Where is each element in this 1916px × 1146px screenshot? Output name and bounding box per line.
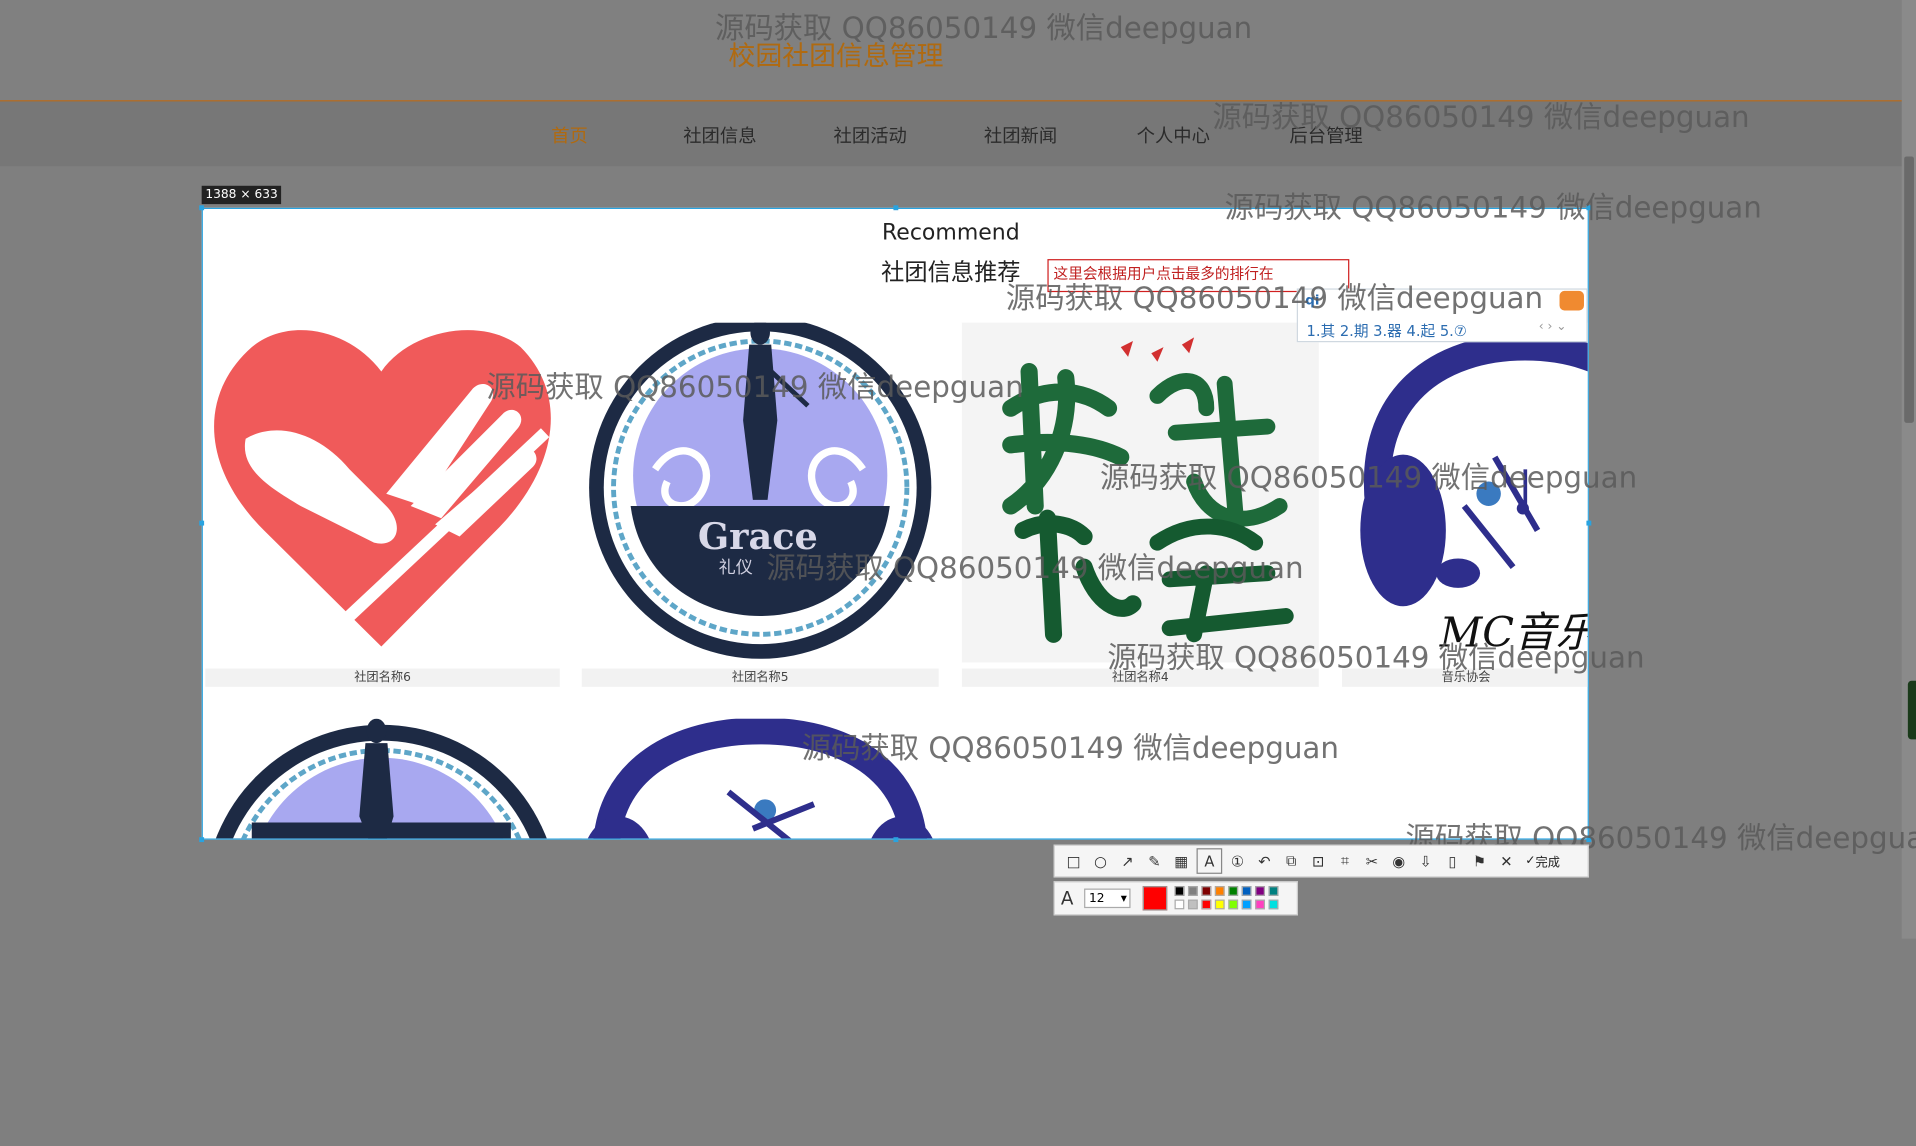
- text-properties-panel: A 12 ▾: [1053, 881, 1298, 916]
- color-swatch[interactable]: [1268, 899, 1279, 910]
- side-tab[interactable]: [1907, 680, 1916, 740]
- nav-bar: [0, 101, 1916, 167]
- pen-tool-icon[interactable]: ✎: [1143, 849, 1166, 872]
- phone-icon[interactable]: ▯: [1441, 849, 1464, 872]
- ellipse-tool-icon[interactable]: ○: [1089, 849, 1112, 872]
- selection-handle-t[interactable]: [893, 205, 899, 211]
- music-logo-text: MC音乐社: [1439, 608, 1589, 657]
- chevron-down-icon: ▾: [1120, 892, 1127, 906]
- scan-icon[interactable]: ⌗: [1333, 849, 1356, 872]
- club-name-2[interactable]: 社团名称5: [581, 668, 939, 687]
- mosaic-tool-icon[interactable]: ▦: [1170, 849, 1193, 872]
- font-size-value: 12: [1088, 892, 1105, 906]
- bookmark-icon[interactable]: ⚑: [1468, 849, 1491, 872]
- club-name-4[interactable]: 音乐协会: [1341, 668, 1588, 687]
- club-card-4[interactable]: MC音乐社: [1341, 322, 1589, 669]
- annotation-textbox[interactable]: 这里会根据用户点击最多的排行在: [1047, 259, 1350, 293]
- ime-input: qi: [1305, 292, 1320, 308]
- grace-logo-image: Grace 礼仪: [589, 322, 932, 659]
- grace-text: Grace: [698, 515, 818, 558]
- nav-admin[interactable]: 后台管理: [1289, 122, 1362, 148]
- done-button[interactable]: ✓ 完成: [1522, 849, 1564, 872]
- music-logo-image-2: [587, 718, 933, 839]
- arrow-tool-icon[interactable]: ↗: [1116, 849, 1139, 872]
- color-swatch[interactable]: [1187, 899, 1198, 910]
- number-tool-icon[interactable]: ①: [1226, 849, 1249, 872]
- club-name-3[interactable]: 社团名称4: [961, 668, 1319, 687]
- selection-handle-b[interactable]: [893, 837, 899, 843]
- section-title-cn: 社团信息推荐: [881, 259, 1021, 286]
- club-card-6[interactable]: [581, 718, 939, 839]
- record-icon[interactable]: ◉: [1387, 849, 1410, 872]
- color-swatch[interactable]: [1255, 899, 1265, 910]
- selection-handle-tl[interactable]: [199, 205, 205, 211]
- selection-handle-tr[interactable]: [1586, 205, 1592, 211]
- ime-page-arrows[interactable]: ‹ › ⌄: [1539, 320, 1567, 333]
- clip-icon[interactable]: ✂: [1360, 849, 1383, 872]
- selection-size-label: 1388 × 633: [201, 185, 282, 205]
- color-swatch[interactable]: [1174, 899, 1185, 910]
- text-tool-icon[interactable]: A: [1196, 848, 1223, 874]
- calligraphy-logo-image: [1002, 337, 1294, 643]
- selection-handle-r[interactable]: [1586, 520, 1592, 526]
- selection-handle-l[interactable]: [199, 520, 205, 526]
- color-swatch[interactable]: [1228, 899, 1239, 910]
- club-card-5[interactable]: [202, 718, 560, 839]
- site-title: 校园社团信息管理: [728, 41, 944, 73]
- screenshot-toolbar: □ ○ ↗ ✎ ▦ A ① ↶ ⧉ ⊡ ⌗ ✂ ◉ ⇩ ▯ ⚑ ✕ ✓ 完成: [1053, 844, 1589, 878]
- club-card-2[interactable]: Grace 礼仪: [581, 322, 939, 669]
- current-color-swatch[interactable]: [1142, 886, 1168, 911]
- check-icon: ✓: [1525, 854, 1536, 868]
- done-label: 完成: [1535, 856, 1561, 871]
- club-card-3[interactable]: [961, 322, 1319, 663]
- color-swatch[interactable]: [1268, 886, 1279, 896]
- selection-handle-bl[interactable]: [199, 837, 205, 843]
- color-swatch[interactable]: [1241, 886, 1252, 896]
- download-icon[interactable]: ⇩: [1414, 849, 1437, 872]
- color-swatch[interactable]: [1214, 899, 1225, 910]
- color-swatch[interactable]: [1201, 899, 1212, 910]
- ocr-icon[interactable]: ⊡: [1307, 849, 1330, 872]
- nav-home[interactable]: 首页: [551, 122, 588, 148]
- site-header: [0, 0, 1916, 101]
- color-swatch[interactable]: [1201, 886, 1212, 896]
- close-icon[interactable]: ✕: [1495, 849, 1518, 872]
- color-swatch[interactable]: [1214, 886, 1225, 896]
- color-swatch[interactable]: [1241, 899, 1252, 910]
- ime-logo-icon: [1559, 290, 1584, 311]
- font-icon: A: [1060, 887, 1074, 910]
- grace-subtext: 礼仪: [719, 558, 753, 578]
- rectangle-tool-icon[interactable]: □: [1062, 849, 1085, 872]
- color-swatch[interactable]: [1187, 886, 1198, 896]
- selection-handle-br[interactable]: [1586, 837, 1592, 843]
- color-swatch[interactable]: [1255, 886, 1265, 896]
- color-swatch[interactable]: [1228, 886, 1239, 896]
- page-scrollbar[interactable]: [1901, 0, 1916, 939]
- music-logo-image: MC音乐社: [1360, 333, 1589, 657]
- grace-logo-image-2: [215, 718, 547, 839]
- color-swatch[interactable]: [1174, 886, 1185, 896]
- section-title-en: Recommend: [882, 219, 1020, 246]
- nav-club-activities[interactable]: 社团活动: [834, 122, 907, 148]
- nav-club-news[interactable]: 社团新闻: [984, 122, 1057, 148]
- pin-icon[interactable]: ⧉: [1280, 849, 1303, 872]
- club-name-1[interactable]: 社团名称6: [205, 668, 560, 687]
- scroll-thumb[interactable]: [1904, 156, 1914, 423]
- club-card-1[interactable]: [202, 322, 560, 669]
- undo-icon[interactable]: ↶: [1253, 849, 1276, 872]
- nav-personal-center[interactable]: 个人中心: [1137, 122, 1210, 148]
- nav-club-info[interactable]: 社团信息: [683, 122, 756, 148]
- font-size-select[interactable]: 12 ▾: [1084, 888, 1131, 909]
- ime-candidates[interactable]: 1.其 2.期 3.器 4.起 5.⑦: [1307, 320, 1467, 341]
- heart-hand-logo-image: [214, 330, 551, 647]
